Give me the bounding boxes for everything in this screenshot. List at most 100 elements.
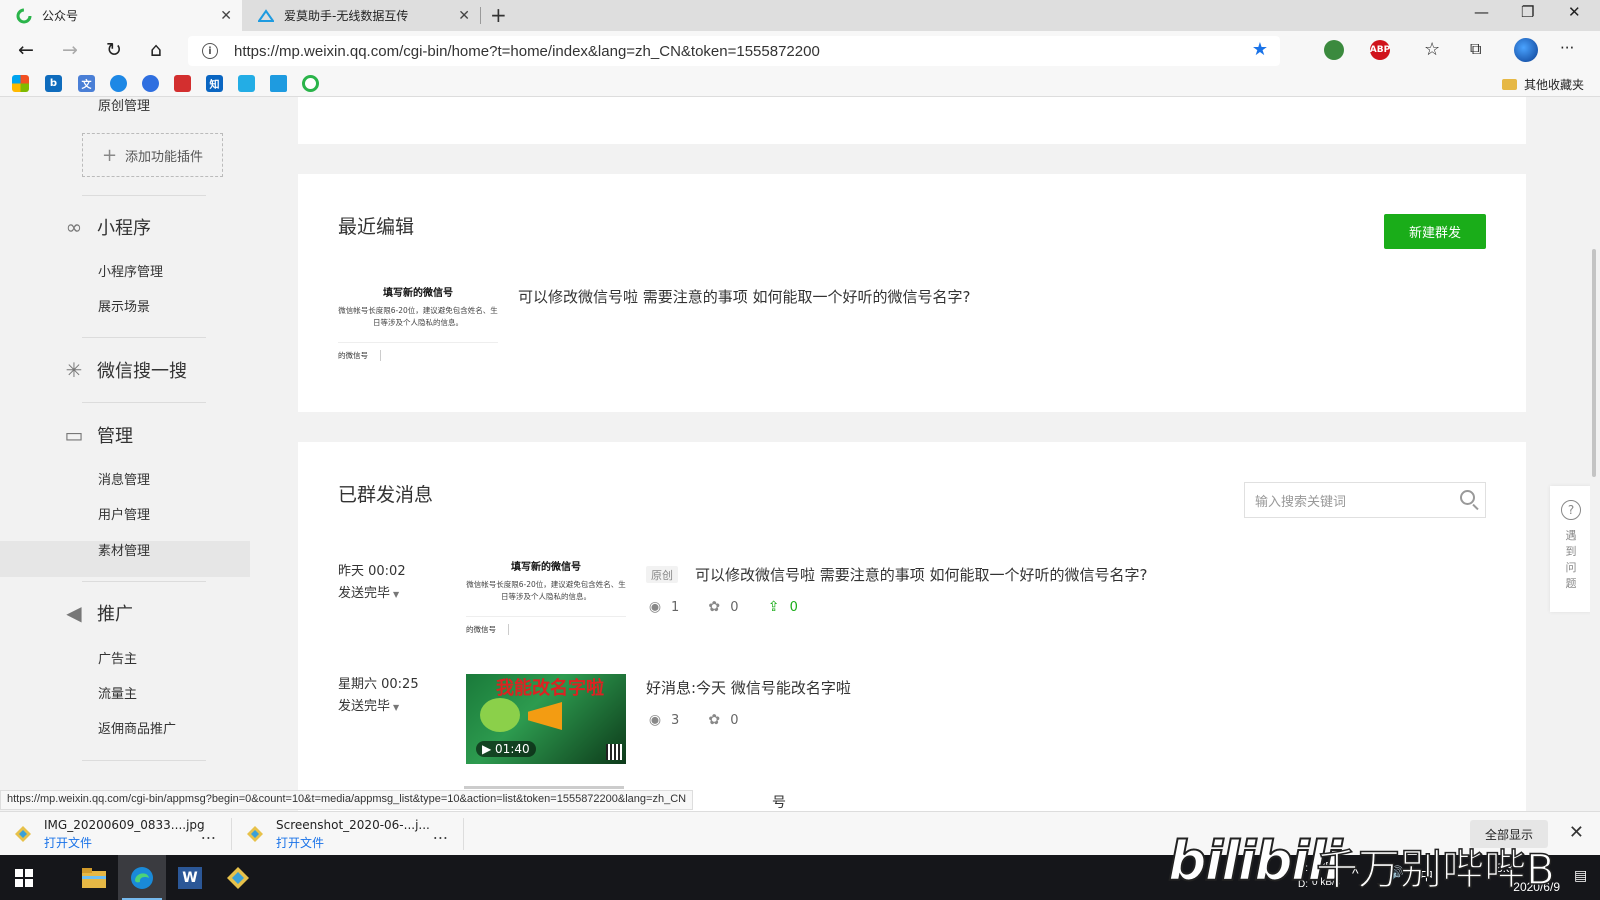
sidebar-item-message-manage[interactable]: 消息管理 — [98, 469, 150, 488]
sidebar-item-original-manage[interactable]: 原创管理 — [98, 97, 150, 114]
sidebar-item-advertiser[interactable]: 广告主 — [98, 648, 137, 667]
thumb-divider — [338, 342, 498, 343]
ime-indicator[interactable]: 中 — [1420, 865, 1433, 884]
wechat-mp-bookmark-icon[interactable] — [302, 75, 319, 92]
show-all-downloads-button[interactable]: 全部显示 — [1470, 820, 1548, 848]
translate-bookmark-icon[interactable]: 文 — [78, 75, 95, 92]
new-broadcast-button[interactable]: 新建群发 — [1384, 214, 1486, 249]
sidebar-item-mini-program-manage[interactable]: 小程序管理 — [98, 261, 163, 280]
thumb-title: 填写新的微信号 — [511, 562, 581, 573]
message-title-link[interactable]: 可以修改微信号啦 需要注意的事项 如何能取一个好听的微信号名字? — [695, 564, 1148, 585]
download-more-icon[interactable]: ... — [433, 824, 448, 843]
file-explorer-icon[interactable] — [70, 855, 118, 900]
add-plugin-button[interactable]: + 添加功能插件 — [82, 133, 223, 177]
aimo-bookmark-icon[interactable] — [270, 75, 287, 92]
recent-article-title-link[interactable]: 可以修改微信号啦 需要注意的事项 如何能取一个好听的微信号名字? — [518, 286, 971, 307]
open-file-link[interactable]: 打开文件 — [276, 834, 430, 851]
sidebar-group-manage[interactable]: ▭ 管理 — [62, 422, 133, 448]
tab-title: 爱莫助手-无线数据互传 — [284, 9, 409, 23]
sent-search-input[interactable]: 输入搜索关键词 — [1244, 482, 1486, 518]
divider — [82, 581, 206, 582]
other-bookmarks-folder[interactable]: 其他收藏夹 — [1501, 76, 1584, 93]
address-bar[interactable]: i https://mp.weixin.qq.com/cgi-bin/home?… — [188, 36, 1280, 66]
recent-article-thumbnail[interactable]: 填写新的微信号 微信帐号长度限6-20位，建议避免包含姓名、生日等涉及个人隐私的… — [338, 276, 498, 371]
like-count: ✿ 0 — [705, 712, 738, 728]
download-item[interactable]: Screenshot_2020-06-...j... 打开文件 ... — [232, 812, 462, 856]
favorites-icon[interactable]: ☆ — [1424, 39, 1440, 60]
notification-icon[interactable]: ▤ — [1574, 867, 1587, 884]
clock-date[interactable]: 2020/6/9 — [1513, 880, 1560, 894]
folder-icon — [1501, 79, 1517, 90]
windows-start-icon[interactable] — [0, 855, 48, 900]
maximize-button[interactable]: ❐ — [1521, 3, 1534, 21]
net-upload-speed: 0 kB/s — [1312, 861, 1340, 872]
refresh-button[interactable]: ↻ — [106, 39, 122, 61]
close-window-button[interactable]: ✕ — [1568, 3, 1581, 21]
minimize-button[interactable]: — — [1474, 3, 1489, 21]
megaphone-icon — [528, 702, 562, 730]
share-icon: ⇪ — [767, 599, 780, 615]
new-tab-button[interactable]: + — [490, 3, 507, 27]
tab-aimo-assistant[interactable]: 爱莫助手-无线数据互传 ✕ — [242, 0, 480, 31]
profile-avatar[interactable] — [1514, 38, 1538, 62]
scrollbar-thumb[interactable] — [1592, 249, 1596, 477]
help-float-button[interactable]: ? 遇到问题 — [1550, 486, 1592, 612]
wechat-mp-icon — [16, 8, 32, 24]
share-count[interactable]: ⇪ 0 — [765, 599, 798, 615]
cloud-bookmark-icon[interactable] — [110, 75, 127, 92]
more-menu-icon[interactable]: ··· — [1560, 39, 1574, 57]
downloads-bar: IMG_20200609_0833....jpg 打开文件 ... Screen… — [0, 811, 1600, 855]
sidebar-item-display-scene[interactable]: 展示场景 — [98, 296, 150, 315]
sidebar-item-commission-promo[interactable]: 返佣商品推广 — [98, 718, 176, 737]
close-downloads-icon[interactable]: ✕ — [1569, 822, 1584, 843]
sidebar-item-material-manage[interactable]: 素材管理 — [98, 540, 150, 559]
tab-close-icon[interactable]: ✕ — [458, 8, 470, 24]
chevron-down-icon: ▼ — [393, 590, 400, 599]
clock-time[interactable]: 8:3 — [1496, 861, 1513, 875]
message-status-dropdown[interactable]: 发送完毕 ▼ — [338, 582, 399, 601]
favorite-star-icon[interactable]: ★ — [1252, 39, 1268, 60]
aimo-assistant-icon[interactable] — [214, 855, 262, 900]
baidu-bookmark-icon[interactable] — [142, 75, 159, 92]
sidebar-item-user-manage[interactable]: 用户管理 — [98, 504, 150, 523]
forward-button[interactable]: → — [62, 39, 78, 61]
windows-bookmark-icon[interactable] — [12, 75, 29, 92]
edge-browser-icon[interactable] — [118, 855, 166, 900]
volume-icon[interactable]: 🔊 — [1388, 865, 1404, 881]
video-thumbnail[interactable]: 我能改名字啦 ▶ 01:40 — [466, 674, 626, 764]
open-file-link[interactable]: 打开文件 — [44, 834, 205, 851]
download-item[interactable]: IMG_20200609_0833....jpg 打开文件 ... — [0, 812, 230, 856]
sidebar-group-mini-program[interactable]: ∞ 小程序 — [62, 214, 151, 240]
tray-caret-icon[interactable]: ^ — [1352, 865, 1359, 881]
message-title-link[interactable]: 好消息:今天 微信号能改名字啦 — [646, 677, 851, 698]
divider — [463, 818, 464, 850]
zhihu-bookmark-icon[interactable]: 知 — [206, 75, 223, 92]
download-more-icon[interactable]: ... — [201, 824, 216, 843]
sidebar-item-publisher[interactable]: 流量主 — [98, 683, 137, 702]
message-time: 星期六 00:25 — [338, 677, 419, 692]
globe-extension-icon[interactable] — [1324, 40, 1344, 60]
adblock-plus-icon[interactable]: ABP — [1370, 40, 1390, 60]
message-status-dropdown[interactable]: 发送完毕 ▼ — [338, 695, 399, 714]
tab-wechat-mp[interactable]: 公众号 ✕ — [0, 0, 242, 31]
page-scrollbar[interactable] — [1590, 97, 1600, 811]
thumb-title: 填写新的微信号 — [383, 288, 453, 299]
message-thumbnail[interactable]: 填写新的微信号 微信帐号长度限6-20位，建议避免包含姓名、生日等涉及个人隐私的… — [466, 550, 626, 645]
news-bookmark-icon[interactable] — [174, 75, 191, 92]
sidebar-nav: 原创管理 + 添加功能插件 ∞ 小程序 小程序管理 展示场景 ✳ 微信搜一搜 ▭… — [0, 97, 262, 811]
tab-close-icon[interactable]: ✕ — [220, 8, 232, 24]
back-button[interactable]: ← — [18, 39, 34, 61]
sidebar-group-wechat-search[interactable]: ✳ 微信搜一搜 — [62, 357, 187, 383]
bilibili-bookmark-icon[interactable] — [238, 75, 255, 92]
site-info-icon[interactable]: i — [202, 43, 218, 59]
search-icon[interactable] — [1460, 490, 1475, 505]
word-icon[interactable]: W — [166, 855, 214, 900]
net-download-speed: 0 kB/s — [1312, 877, 1340, 888]
sidebar-group-promotion[interactable]: ◀ 推广 — [62, 600, 133, 626]
home-button[interactable]: ⌂ — [150, 39, 162, 61]
url-text[interactable]: https://mp.weixin.qq.com/cgi-bin/home?t=… — [234, 43, 820, 60]
bing-bookmark-icon[interactable]: b — [45, 75, 62, 92]
message-time: 昨天 00:02 — [338, 564, 406, 579]
help-label: 遇到问题 — [1565, 529, 1577, 590]
collections-icon[interactable]: ⧉ — [1470, 39, 1481, 59]
